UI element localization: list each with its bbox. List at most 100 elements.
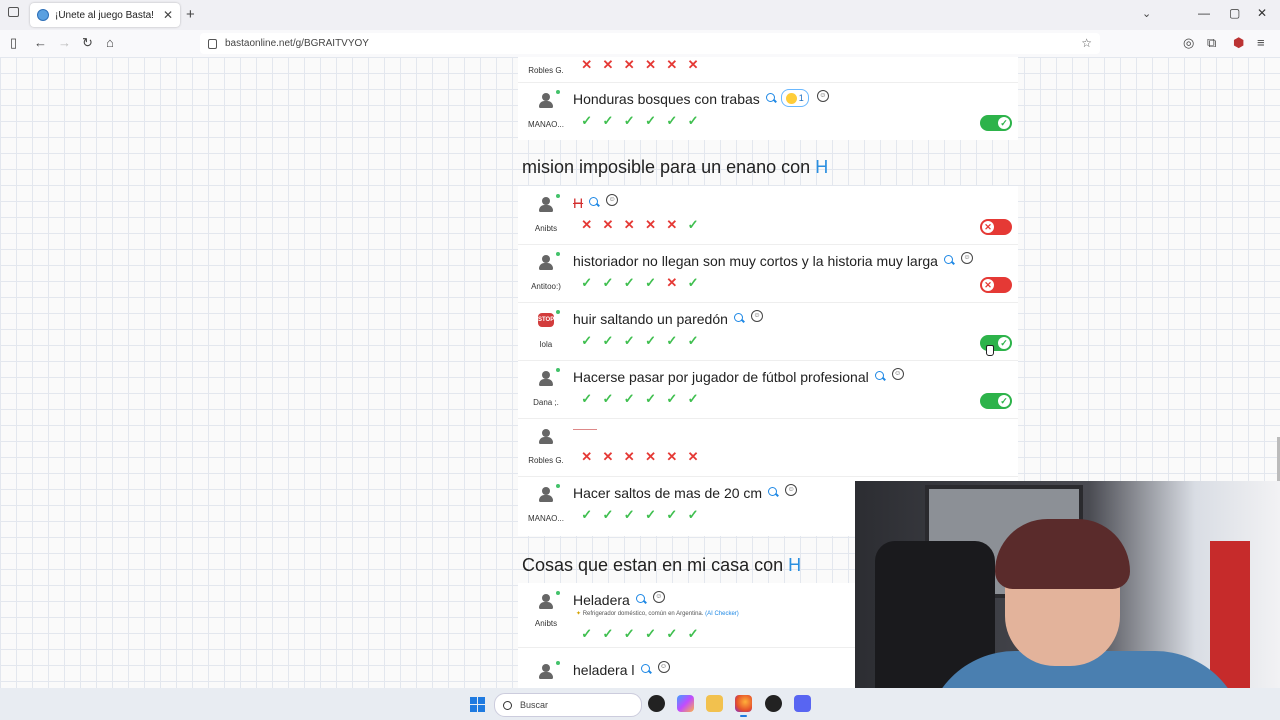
copilot-icon[interactable]	[677, 695, 694, 712]
vote-accept-mark: ✓	[645, 391, 656, 406]
menu-icon[interactable]: ≡	[1257, 35, 1265, 50]
player-avatar	[536, 426, 556, 446]
security-lock-icon[interactable]	[208, 38, 217, 49]
vote-toggle[interactable]: ✕	[980, 277, 1012, 293]
obs-icon[interactable]	[765, 695, 782, 712]
answer-text: historiador no llegan son muy cortos y l…	[573, 253, 938, 269]
add-reaction-icon[interactable]: ☺	[960, 252, 973, 264]
add-reaction-icon[interactable]: ☺	[785, 484, 798, 496]
search-icon	[503, 700, 512, 710]
answer-row: STOP lola huir saltando un paredón ☺ ✓ ✓ ✓…	[518, 302, 1018, 361]
search-icon[interactable]	[733, 312, 743, 322]
player-answer: H ☺	[573, 194, 619, 211]
vote-accept-mark: ✓	[645, 275, 656, 290]
search-icon[interactable]	[768, 486, 778, 496]
add-reaction-icon[interactable]: ☺	[657, 661, 670, 673]
answer-text: H	[573, 195, 584, 211]
vote-toggle[interactable]: ✓	[980, 393, 1012, 409]
add-reaction-icon[interactable]: ☺	[891, 368, 904, 380]
search-icon[interactable]	[874, 370, 884, 380]
firefox-icon[interactable]	[735, 695, 752, 717]
mouse-cursor	[986, 345, 994, 356]
address-url: bastaonline.net/g/BGRAITVYOY	[225, 38, 369, 49]
new-tab-button[interactable]: +	[186, 6, 195, 23]
vote-reject-mark: ✕	[666, 217, 678, 232]
vote-accept-mark: ✓	[687, 217, 699, 232]
vote-accept-mark: ✓	[687, 626, 699, 641]
online-indicator	[556, 194, 560, 198]
search-icon[interactable]	[943, 254, 953, 264]
vote-accept-mark: ✓	[687, 113, 699, 128]
minimize-button[interactable]: —	[1198, 6, 1210, 20]
discord-icon[interactable]	[794, 695, 811, 712]
browser-tab[interactable]: ¡Únete al juego Basta! ✕	[30, 3, 180, 27]
reaction-count: 1	[798, 93, 804, 103]
answer-text: heladera l	[573, 662, 635, 678]
player-answer: Honduras bosques con trabas 1 ☺	[573, 89, 829, 107]
vote-accept-mark: ✓	[687, 333, 699, 348]
extension-badge-icon[interactable]: ⬢	[1233, 35, 1244, 51]
add-reaction-icon[interactable]: ☺	[816, 90, 829, 102]
player-answer: huir saltando un paredón ☺	[573, 310, 763, 327]
windows-start-icon[interactable]	[470, 697, 485, 712]
forward-arrow-icon[interactable]: →	[58, 35, 71, 50]
vote-marks: ✓ ✓ ✓ ✓ ✓ ✓	[576, 333, 704, 349]
vote-reject-mark: ✕	[645, 449, 656, 464]
vote-toggle[interactable]: ✓	[980, 335, 1012, 351]
add-reaction-icon[interactable]: ☺	[750, 310, 763, 322]
vote-accept-mark: ✓	[602, 333, 614, 348]
address-bar[interactable]: bastaonline.net/g/BGRAITVYOY ☆	[200, 33, 1100, 54]
player-avatar	[536, 368, 560, 388]
add-reaction-icon[interactable]: ☺	[652, 591, 665, 603]
vote-accept-mark: ✓	[687, 507, 699, 522]
taskbar-search[interactable]: Buscar	[494, 693, 642, 717]
close-window-button[interactable]: ✕	[1257, 6, 1267, 20]
tab-close-icon[interactable]: ✕	[163, 8, 173, 22]
search-icon[interactable]	[765, 92, 775, 102]
extensions-icon[interactable]: ⧉	[1207, 35, 1216, 51]
tab-title: ¡Únete al juego Basta!	[55, 9, 154, 21]
maximize-button[interactable]: ▢	[1229, 6, 1240, 20]
vote-reject-mark: ✕	[602, 217, 614, 232]
player-avatar	[536, 661, 560, 681]
vote-accept-mark: ✓	[666, 391, 678, 406]
sidebar-toggle-icon[interactable]: ▯	[10, 35, 17, 51]
vote-marks: ✕ ✕ ✕ ✕ ✕ ✓	[576, 217, 704, 233]
reload-icon[interactable]: ↻	[82, 35, 93, 51]
previous-category-panel: Robles G. ✕ ✕ ✕ ✕ ✕ ✕ MANAO... Honduras bosqu…	[518, 57, 1018, 140]
github-icon[interactable]	[648, 695, 665, 712]
search-icon[interactable]	[589, 196, 599, 206]
player-name: lola	[539, 340, 553, 349]
sparkle-icon: ✦	[576, 611, 582, 617]
player-avatar	[536, 90, 560, 110]
vote-accept-mark: ✓	[666, 626, 678, 641]
account-icon[interactable]: ◎	[1183, 35, 1194, 51]
vote-accept-mark: ✓	[602, 113, 614, 128]
streamer-hair	[995, 519, 1130, 589]
vote-reject-mark: ✕	[666, 449, 678, 464]
list-all-tabs-chevron-icon[interactable]: ⌄	[1142, 7, 1151, 20]
vote-toggle[interactable]: ✓	[980, 115, 1012, 131]
back-arrow-icon[interactable]: ←	[34, 35, 47, 50]
vote-accept-mark: ✓	[645, 333, 656, 348]
player-answer: Hacerse pasar por jugador de fútbol prof…	[573, 368, 904, 385]
bookmark-star-icon[interactable]: ☆	[1081, 36, 1092, 50]
surprised-emoji-icon	[785, 92, 797, 104]
reaction-badge[interactable]: 1	[780, 89, 809, 107]
vote-accept-mark: ✓	[623, 507, 635, 522]
player-avatar	[536, 252, 560, 272]
search-icon[interactable]	[635, 593, 645, 603]
vote-accept-mark: ✓	[581, 391, 593, 406]
vote-toggle[interactable]: ✕	[980, 219, 1012, 235]
tab-list-icon[interactable]	[8, 7, 19, 17]
category-title: mision imposible para un enano con H	[522, 157, 828, 178]
file-explorer-icon[interactable]	[706, 695, 723, 712]
add-reaction-icon[interactable]: ☺	[606, 194, 619, 206]
answer-row: Antitoo:) historiador no llegan son muy …	[518, 244, 1018, 303]
vote-marks: ✓ ✓ ✓ ✓ ✓ ✓	[576, 391, 704, 407]
search-icon[interactable]	[640, 663, 650, 673]
home-icon[interactable]: ⌂	[106, 35, 114, 50]
player-name: MANAO...	[527, 514, 564, 523]
vote-accept-mark: ✓	[581, 275, 593, 290]
vote-accept-mark: ✓	[687, 391, 699, 406]
